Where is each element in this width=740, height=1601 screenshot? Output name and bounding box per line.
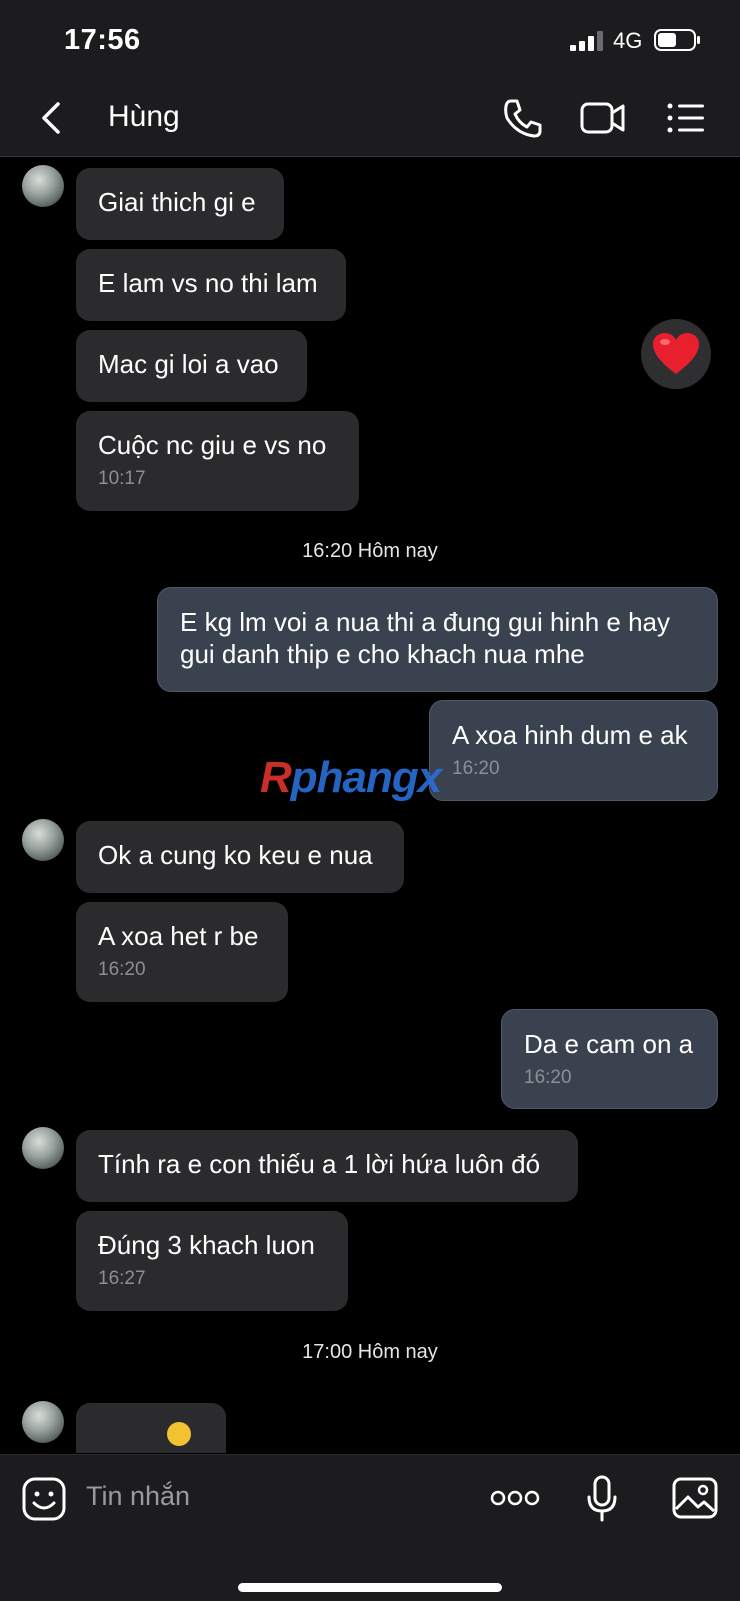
phone-call-icon[interactable]	[502, 96, 542, 140]
message-bubble[interactable]: Cuộc nc giu e vs no 10:17	[76, 411, 359, 511]
message-list[interactable]: Giai thich gi e E lam vs no thi lam Mac …	[0, 157, 740, 1453]
message-text: Đúng 3 khach luon	[98, 1230, 315, 1260]
message-text: Da e cam on a	[524, 1029, 694, 1059]
message-text: gui danh thip e cho khach nua mhe	[180, 639, 585, 669]
message-time: 16:20	[98, 959, 146, 980]
message-bubble[interactable]: E lam vs no thi lam	[76, 249, 346, 321]
back-arrow-icon[interactable]	[36, 98, 68, 138]
more-options-icon[interactable]	[490, 1485, 540, 1511]
contact-name[interactable]: Hùng	[108, 100, 180, 134]
date-separator: 17:00 Hôm nay	[302, 1341, 438, 1363]
message-time: 10:17	[98, 468, 146, 489]
avatar[interactable]	[22, 819, 64, 861]
message-bubble-outgoing[interactable]: A xoa hinh dum e ak 16:20	[429, 700, 718, 801]
message-bubble[interactable]: A xoa het r be 16:20	[76, 902, 288, 1002]
message-text: E kg lm voi a nua thi a đung gui hinh e …	[180, 607, 670, 637]
message-bubble[interactable]: Đúng 3 khach luon 16:27	[76, 1211, 348, 1311]
emoji-icon	[167, 1422, 191, 1446]
message-bubble-partial[interactable]	[76, 1403, 226, 1453]
network-type: 4G	[613, 28, 643, 53]
date-separator: 16:20 Hôm nay	[302, 540, 438, 562]
watermark-logo: Rphangx	[260, 753, 442, 802]
message-text: Mac gi loi a vao	[98, 349, 279, 379]
home-indicator	[238, 1583, 502, 1592]
status-bar: 17:56 4G	[0, 0, 740, 80]
video-call-icon[interactable]	[580, 96, 626, 140]
message-bubble-outgoing[interactable]: E kg lm voi a nua thi a đung gui hinh e …	[157, 587, 718, 692]
avatar[interactable]	[22, 1401, 64, 1443]
battery-icon	[654, 29, 700, 51]
message-text: Giai thich gi e	[98, 187, 256, 217]
message-bubble[interactable]: Giai thich gi e	[76, 168, 284, 240]
message-text: E lam vs no thi lam	[98, 268, 318, 298]
message-bubble[interactable]: Tính ra e con thiếu a 1 lời hứa luôn đó	[76, 1130, 578, 1202]
message-time: 16:20	[452, 758, 500, 779]
message-input[interactable]: Tin nhắn	[86, 1481, 190, 1512]
message-text: Cuộc nc giu e vs no	[98, 430, 327, 460]
status-time: 17:56	[64, 24, 141, 56]
message-input-bar: Tin nhắn	[0, 1454, 740, 1601]
heart-reaction[interactable]	[641, 319, 711, 389]
message-text: Ok a cung ko keu e nua	[98, 840, 373, 870]
menu-list-icon[interactable]	[666, 96, 706, 140]
avatar[interactable]	[22, 165, 64, 207]
microphone-icon[interactable]	[586, 1475, 618, 1523]
signal-icon	[570, 31, 603, 51]
message-bubble-outgoing[interactable]: Da e cam on a 16:20	[501, 1009, 718, 1109]
message-text: A xoa het r be	[98, 921, 259, 951]
message-time: 16:20	[524, 1067, 572, 1088]
message-text: A xoa hinh dum e ak	[452, 720, 688, 750]
message-time: 16:27	[98, 1268, 146, 1289]
heart-icon	[653, 333, 699, 374]
chat-header: Hùng	[0, 80, 740, 157]
message-text: Tính ra e con thiếu a 1 lời hứa luôn đó	[98, 1149, 541, 1179]
sticker-icon[interactable]	[22, 1477, 66, 1521]
image-gallery-icon[interactable]	[672, 1477, 718, 1519]
message-bubble[interactable]: Mac gi loi a vao	[76, 330, 307, 402]
avatar[interactable]	[22, 1127, 64, 1169]
message-bubble[interactable]: Ok a cung ko keu e nua	[76, 821, 404, 893]
